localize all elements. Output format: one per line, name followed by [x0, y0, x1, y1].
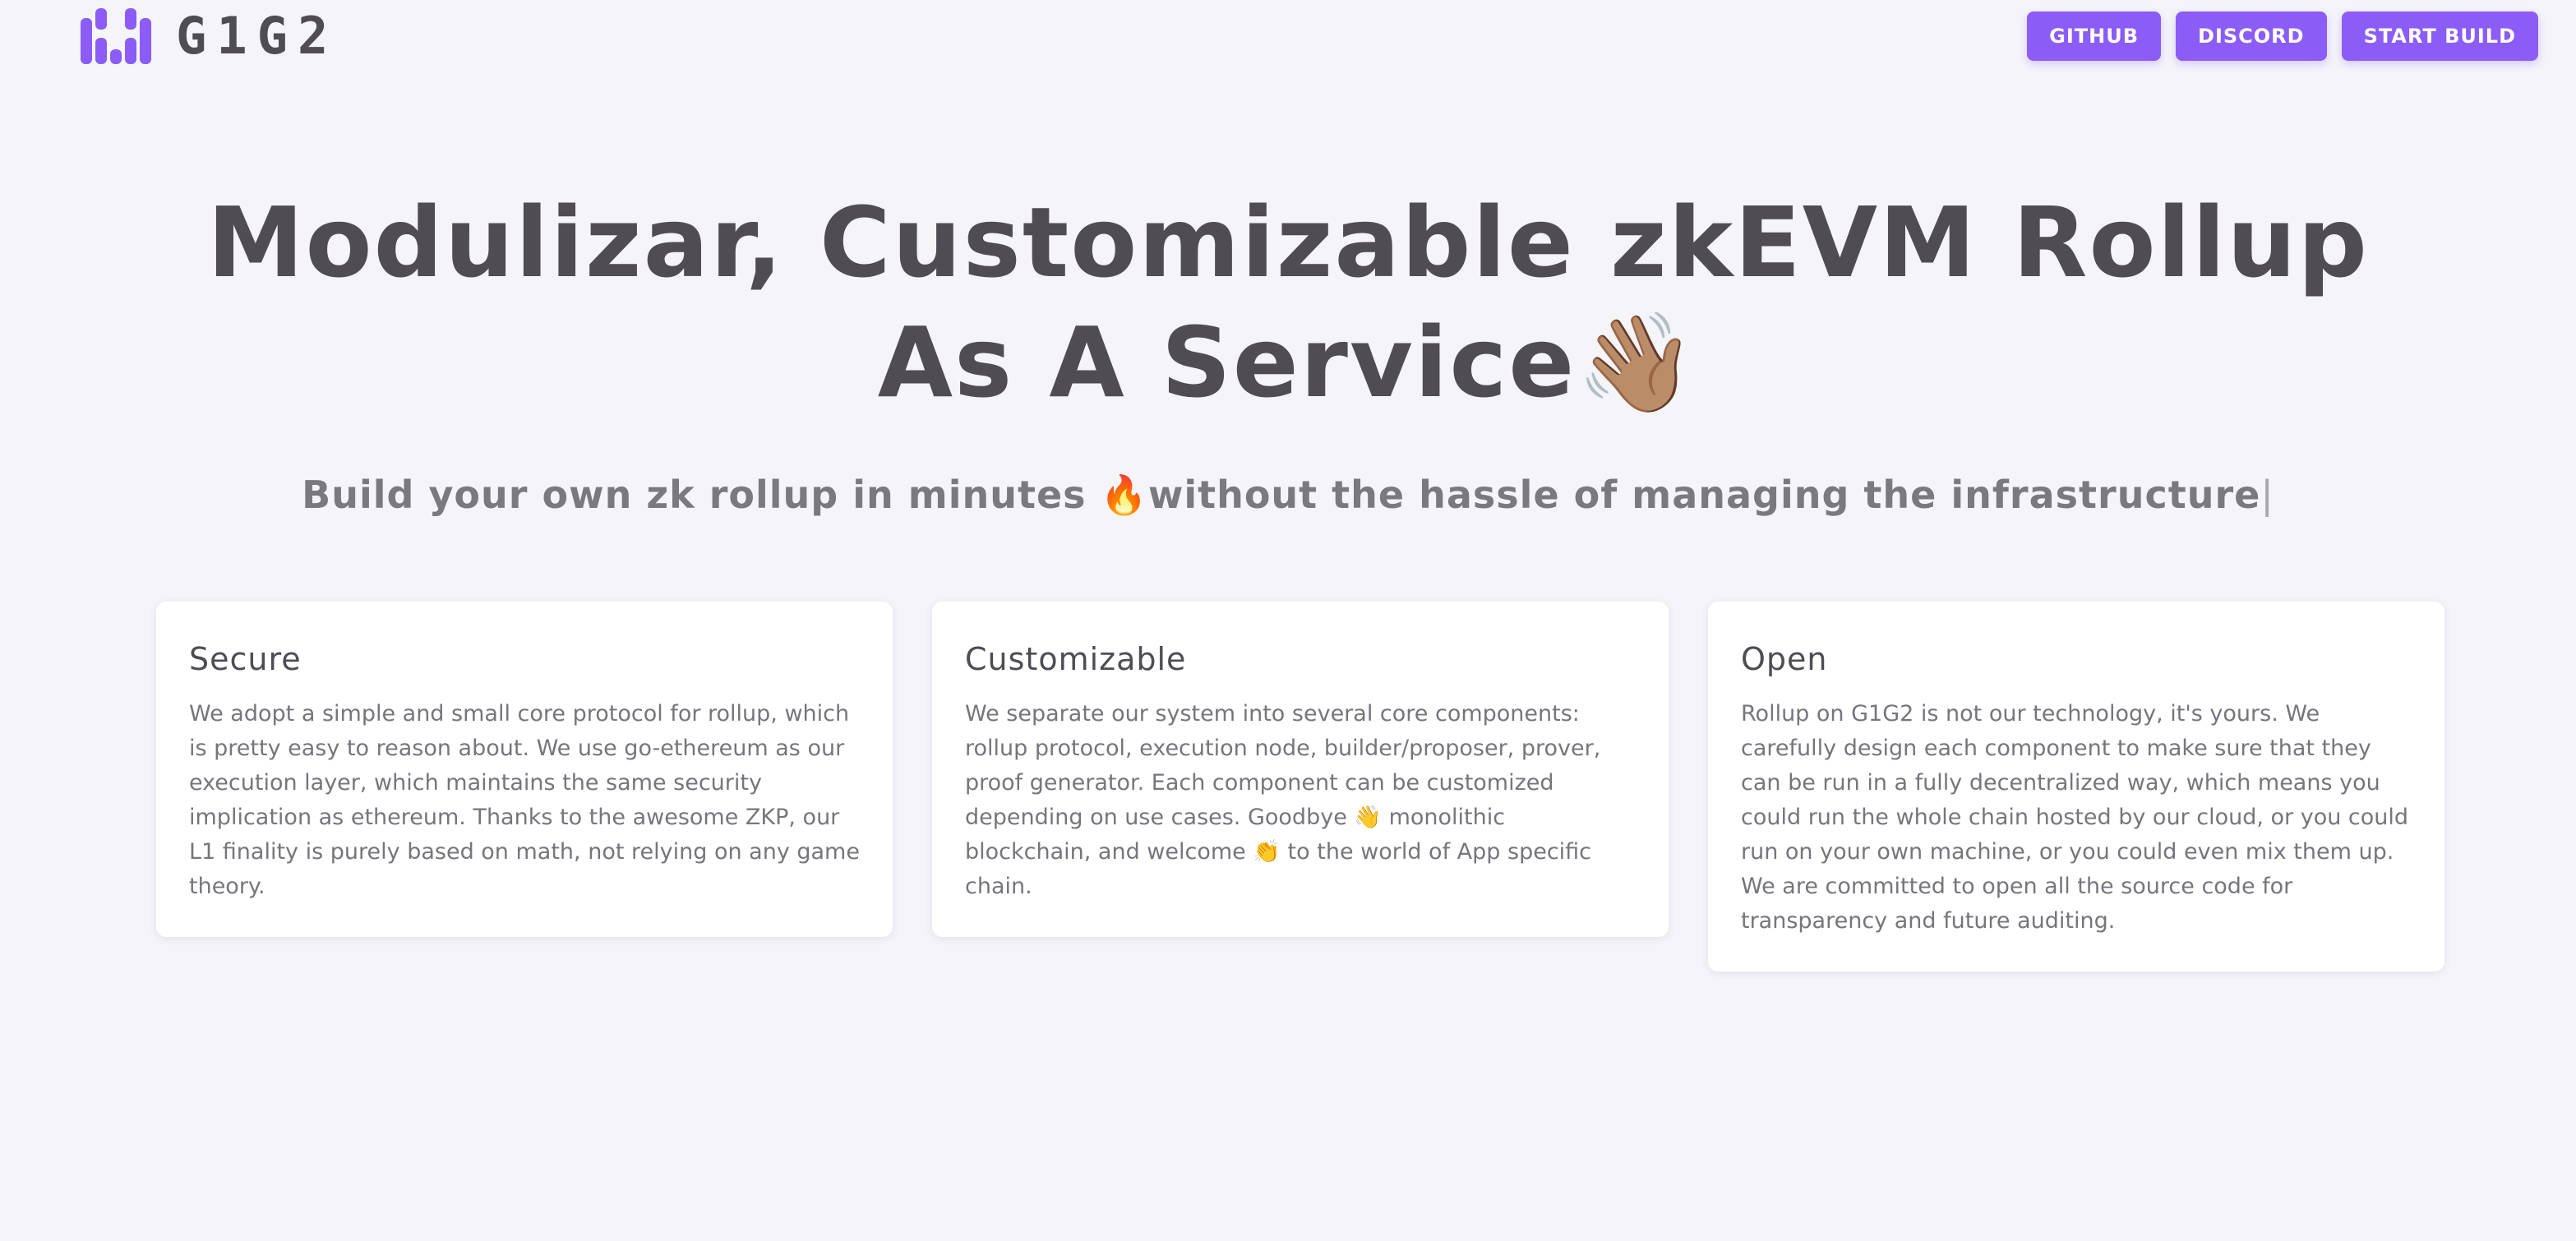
feature-card-body: We adopt a simple and small core protoco…	[189, 701, 860, 899]
feature-card-title: Open	[1741, 641, 1828, 677]
feature-card-secure: Secure We adopt a simple and small core …	[156, 602, 893, 937]
home-logo-link[interactable]: G1G2	[81, 8, 338, 64]
start-build-button[interactable]: START BUILD	[2341, 12, 2538, 61]
feature-card-body: We separate our system into several core…	[965, 701, 1601, 899]
hero-subtitle: Build your own zk rollup in minutes 🔥wit…	[137, 472, 2439, 518]
feature-card-title: Secure	[189, 641, 302, 677]
waving-hand-icon: 👋🏽	[1576, 306, 1699, 419]
feature-card-title: Customizable	[965, 641, 1187, 677]
feature-card-body: Rollup on G1G2 is not our technology, it…	[1741, 701, 2409, 934]
github-button[interactable]: GITHUB	[2027, 12, 2162, 61]
nav-buttons: GITHUB DISCORD START BUILD	[2027, 12, 2538, 61]
g1g2-logo-icon	[81, 8, 151, 64]
feature-card-customizable: Customizable We separate our system into…	[932, 602, 1669, 937]
hero-title-text: Modulizar, Customizable zkEVM Rollup As …	[207, 186, 2369, 419]
hero-title: Modulizar, Customizable zkEVM Rollup As …	[137, 182, 2439, 422]
logo-text: G1G2	[176, 6, 339, 66]
typing-cursor: |	[2260, 473, 2274, 517]
top-navbar: G1G2 GITHUB DISCORD START BUILD	[0, 0, 2576, 74]
feature-card-open: Open Rollup on G1G2 is not our technolog…	[1708, 602, 2444, 971]
hero-section: Modulizar, Customizable zkEVM Rollup As …	[0, 182, 2576, 518]
discord-button[interactable]: DISCORD	[2176, 12, 2327, 61]
hero-subtitle-text: Build your own zk rollup in minutes 🔥wit…	[302, 473, 2261, 517]
